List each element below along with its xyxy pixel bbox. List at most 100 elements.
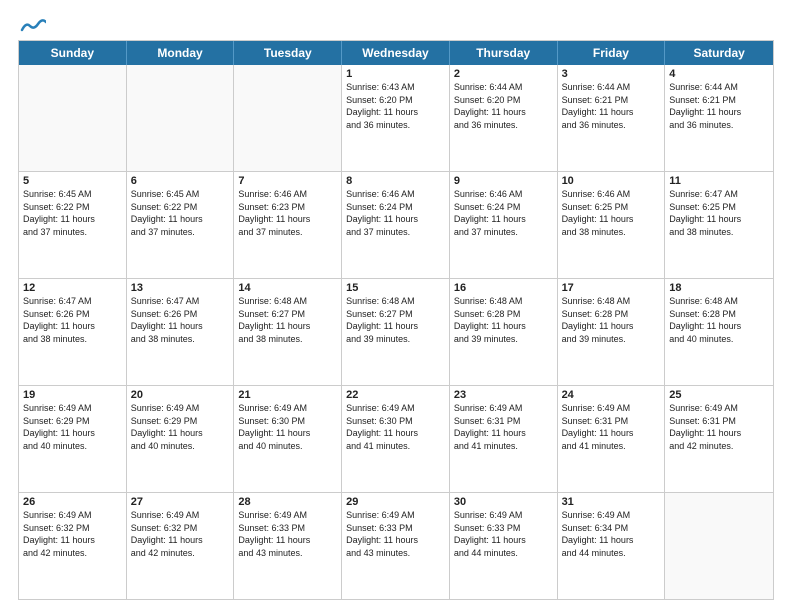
day-info: Sunrise: 6:48 AM Sunset: 6:28 PM Dayligh… bbox=[562, 295, 661, 345]
day-number: 2 bbox=[454, 68, 553, 80]
day-number: 14 bbox=[238, 282, 337, 294]
calendar-day-header: Tuesday bbox=[234, 41, 342, 65]
calendar-cell: 7Sunrise: 6:46 AM Sunset: 6:23 PM Daylig… bbox=[234, 172, 342, 278]
calendar-cell: 2Sunrise: 6:44 AM Sunset: 6:20 PM Daylig… bbox=[450, 65, 558, 171]
day-info: Sunrise: 6:49 AM Sunset: 6:30 PM Dayligh… bbox=[346, 402, 445, 452]
day-info: Sunrise: 6:49 AM Sunset: 6:33 PM Dayligh… bbox=[238, 509, 337, 559]
day-info: Sunrise: 6:48 AM Sunset: 6:28 PM Dayligh… bbox=[669, 295, 769, 345]
calendar-cell: 4Sunrise: 6:44 AM Sunset: 6:21 PM Daylig… bbox=[665, 65, 773, 171]
calendar-cell: 20Sunrise: 6:49 AM Sunset: 6:29 PM Dayli… bbox=[127, 386, 235, 492]
day-number: 7 bbox=[238, 175, 337, 187]
day-number: 20 bbox=[131, 389, 230, 401]
day-info: Sunrise: 6:49 AM Sunset: 6:32 PM Dayligh… bbox=[131, 509, 230, 559]
calendar-cell bbox=[234, 65, 342, 171]
calendar-cell: 18Sunrise: 6:48 AM Sunset: 6:28 PM Dayli… bbox=[665, 279, 773, 385]
day-number: 12 bbox=[23, 282, 122, 294]
day-number: 26 bbox=[23, 496, 122, 508]
day-info: Sunrise: 6:48 AM Sunset: 6:27 PM Dayligh… bbox=[346, 295, 445, 345]
day-number: 21 bbox=[238, 389, 337, 401]
day-number: 9 bbox=[454, 175, 553, 187]
day-number: 4 bbox=[669, 68, 769, 80]
day-info: Sunrise: 6:44 AM Sunset: 6:21 PM Dayligh… bbox=[562, 81, 661, 131]
day-number: 19 bbox=[23, 389, 122, 401]
day-info: Sunrise: 6:49 AM Sunset: 6:31 PM Dayligh… bbox=[669, 402, 769, 452]
day-number: 15 bbox=[346, 282, 445, 294]
calendar-cell bbox=[19, 65, 127, 171]
page: SundayMondayTuesdayWednesdayThursdayFrid… bbox=[0, 0, 792, 612]
day-info: Sunrise: 6:45 AM Sunset: 6:22 PM Dayligh… bbox=[131, 188, 230, 238]
day-info: Sunrise: 6:45 AM Sunset: 6:22 PM Dayligh… bbox=[23, 188, 122, 238]
day-info: Sunrise: 6:47 AM Sunset: 6:25 PM Dayligh… bbox=[669, 188, 769, 238]
day-info: Sunrise: 6:49 AM Sunset: 6:29 PM Dayligh… bbox=[131, 402, 230, 452]
day-info: Sunrise: 6:48 AM Sunset: 6:27 PM Dayligh… bbox=[238, 295, 337, 345]
calendar-cell: 21Sunrise: 6:49 AM Sunset: 6:30 PM Dayli… bbox=[234, 386, 342, 492]
day-number: 23 bbox=[454, 389, 553, 401]
day-info: Sunrise: 6:44 AM Sunset: 6:20 PM Dayligh… bbox=[454, 81, 553, 131]
calendar-cell: 19Sunrise: 6:49 AM Sunset: 6:29 PM Dayli… bbox=[19, 386, 127, 492]
calendar-cell: 29Sunrise: 6:49 AM Sunset: 6:33 PM Dayli… bbox=[342, 493, 450, 599]
calendar-cell: 11Sunrise: 6:47 AM Sunset: 6:25 PM Dayli… bbox=[665, 172, 773, 278]
day-number: 13 bbox=[131, 282, 230, 294]
calendar-cell: 23Sunrise: 6:49 AM Sunset: 6:31 PM Dayli… bbox=[450, 386, 558, 492]
calendar-week-row: 12Sunrise: 6:47 AM Sunset: 6:26 PM Dayli… bbox=[19, 278, 773, 385]
day-info: Sunrise: 6:44 AM Sunset: 6:21 PM Dayligh… bbox=[669, 81, 769, 131]
calendar-cell bbox=[665, 493, 773, 599]
day-number: 3 bbox=[562, 68, 661, 80]
calendar-header: SundayMondayTuesdayWednesdayThursdayFrid… bbox=[19, 41, 773, 65]
day-number: 1 bbox=[346, 68, 445, 80]
day-info: Sunrise: 6:49 AM Sunset: 6:30 PM Dayligh… bbox=[238, 402, 337, 452]
day-info: Sunrise: 6:49 AM Sunset: 6:34 PM Dayligh… bbox=[562, 509, 661, 559]
calendar-cell: 16Sunrise: 6:48 AM Sunset: 6:28 PM Dayli… bbox=[450, 279, 558, 385]
calendar-cell: 9Sunrise: 6:46 AM Sunset: 6:24 PM Daylig… bbox=[450, 172, 558, 278]
day-info: Sunrise: 6:47 AM Sunset: 6:26 PM Dayligh… bbox=[23, 295, 122, 345]
calendar: SundayMondayTuesdayWednesdayThursdayFrid… bbox=[18, 40, 774, 600]
calendar-cell: 15Sunrise: 6:48 AM Sunset: 6:27 PM Dayli… bbox=[342, 279, 450, 385]
calendar-week-row: 26Sunrise: 6:49 AM Sunset: 6:32 PM Dayli… bbox=[19, 492, 773, 599]
day-number: 16 bbox=[454, 282, 553, 294]
calendar-cell: 28Sunrise: 6:49 AM Sunset: 6:33 PM Dayli… bbox=[234, 493, 342, 599]
day-info: Sunrise: 6:49 AM Sunset: 6:33 PM Dayligh… bbox=[346, 509, 445, 559]
day-info: Sunrise: 6:46 AM Sunset: 6:24 PM Dayligh… bbox=[454, 188, 553, 238]
day-number: 22 bbox=[346, 389, 445, 401]
calendar-cell: 17Sunrise: 6:48 AM Sunset: 6:28 PM Dayli… bbox=[558, 279, 666, 385]
day-info: Sunrise: 6:49 AM Sunset: 6:32 PM Dayligh… bbox=[23, 509, 122, 559]
calendar-week-row: 19Sunrise: 6:49 AM Sunset: 6:29 PM Dayli… bbox=[19, 385, 773, 492]
calendar-week-row: 1Sunrise: 6:43 AM Sunset: 6:20 PM Daylig… bbox=[19, 65, 773, 171]
day-info: Sunrise: 6:46 AM Sunset: 6:24 PM Dayligh… bbox=[346, 188, 445, 238]
calendar-cell: 5Sunrise: 6:45 AM Sunset: 6:22 PM Daylig… bbox=[19, 172, 127, 278]
day-number: 5 bbox=[23, 175, 122, 187]
day-info: Sunrise: 6:49 AM Sunset: 6:29 PM Dayligh… bbox=[23, 402, 122, 452]
day-info: Sunrise: 6:48 AM Sunset: 6:28 PM Dayligh… bbox=[454, 295, 553, 345]
day-number: 8 bbox=[346, 175, 445, 187]
calendar-cell: 14Sunrise: 6:48 AM Sunset: 6:27 PM Dayli… bbox=[234, 279, 342, 385]
calendar-cell: 10Sunrise: 6:46 AM Sunset: 6:25 PM Dayli… bbox=[558, 172, 666, 278]
day-number: 29 bbox=[346, 496, 445, 508]
calendar-cell: 24Sunrise: 6:49 AM Sunset: 6:31 PM Dayli… bbox=[558, 386, 666, 492]
calendar-cell: 27Sunrise: 6:49 AM Sunset: 6:32 PM Dayli… bbox=[127, 493, 235, 599]
calendar-cell: 26Sunrise: 6:49 AM Sunset: 6:32 PM Dayli… bbox=[19, 493, 127, 599]
day-number: 25 bbox=[669, 389, 769, 401]
calendar-body: 1Sunrise: 6:43 AM Sunset: 6:20 PM Daylig… bbox=[19, 65, 773, 599]
day-number: 6 bbox=[131, 175, 230, 187]
day-number: 18 bbox=[669, 282, 769, 294]
day-number: 10 bbox=[562, 175, 661, 187]
calendar-cell: 1Sunrise: 6:43 AM Sunset: 6:20 PM Daylig… bbox=[342, 65, 450, 171]
day-number: 17 bbox=[562, 282, 661, 294]
day-number: 24 bbox=[562, 389, 661, 401]
day-info: Sunrise: 6:49 AM Sunset: 6:31 PM Dayligh… bbox=[562, 402, 661, 452]
logo bbox=[18, 18, 46, 30]
day-number: 28 bbox=[238, 496, 337, 508]
calendar-day-header: Monday bbox=[127, 41, 235, 65]
calendar-week-row: 5Sunrise: 6:45 AM Sunset: 6:22 PM Daylig… bbox=[19, 171, 773, 278]
calendar-day-header: Friday bbox=[558, 41, 666, 65]
calendar-cell: 12Sunrise: 6:47 AM Sunset: 6:26 PM Dayli… bbox=[19, 279, 127, 385]
calendar-cell bbox=[127, 65, 235, 171]
calendar-day-header: Thursday bbox=[450, 41, 558, 65]
day-number: 31 bbox=[562, 496, 661, 508]
calendar-cell: 8Sunrise: 6:46 AM Sunset: 6:24 PM Daylig… bbox=[342, 172, 450, 278]
calendar-day-header: Sunday bbox=[19, 41, 127, 65]
logo-wave-icon bbox=[20, 16, 46, 34]
calendar-cell: 3Sunrise: 6:44 AM Sunset: 6:21 PM Daylig… bbox=[558, 65, 666, 171]
day-number: 27 bbox=[131, 496, 230, 508]
day-info: Sunrise: 6:49 AM Sunset: 6:31 PM Dayligh… bbox=[454, 402, 553, 452]
